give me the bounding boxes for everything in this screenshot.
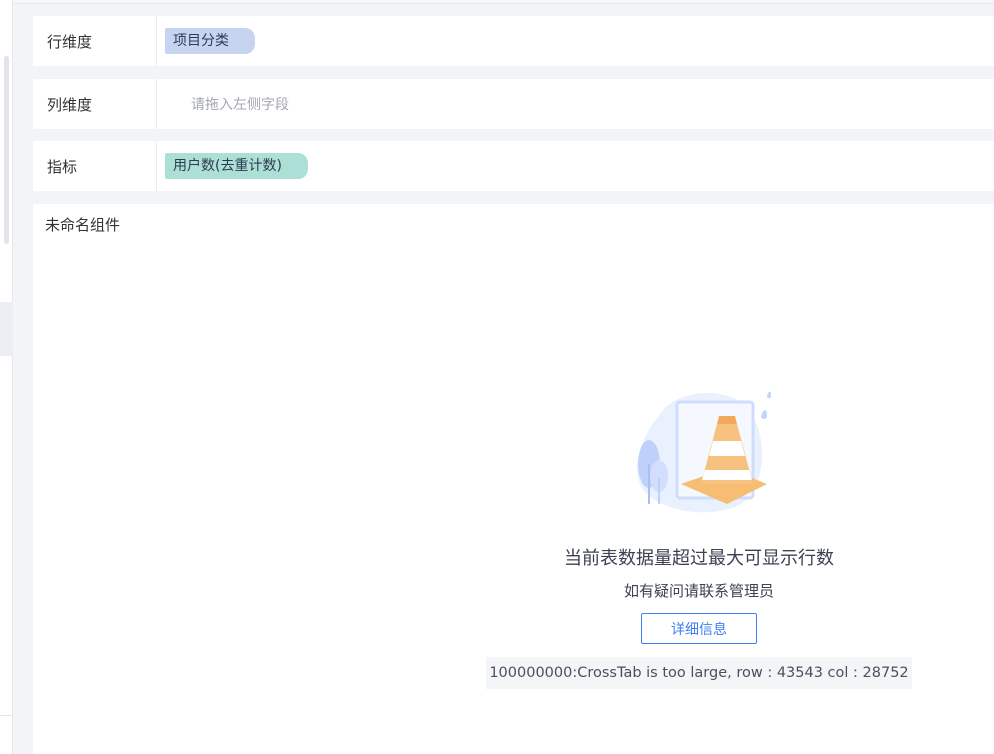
left-gutter <box>0 0 13 754</box>
column-dimension-dropzone[interactable]: 请拖入左侧字段 <box>157 79 994 129</box>
metric-bar: 指标 用户数(去重计数) <box>33 141 994 191</box>
empty-state: 当前表数据量超过最大可显示行数 如有疑问请联系管理员 详细信息 10000000… <box>486 386 912 689</box>
component-title: 未命名组件 <box>45 216 121 234</box>
component-panel: 未命名组件 当前表数据量超过最大可显示行数 如有疑问请联系管理员 详细信息 10… <box>33 204 994 754</box>
row-dimension-label: 行维度 <box>33 16 157 66</box>
error-detail-text: 100000000:CrossTab is too large, row : 4… <box>486 657 912 689</box>
detail-info-button[interactable]: 详细信息 <box>641 613 757 644</box>
top-border <box>13 0 994 4</box>
scrollbar-thumb[interactable] <box>4 56 9 244</box>
metric-label: 指标 <box>33 141 157 191</box>
gutter-divider <box>0 715 13 716</box>
column-dimension-label: 列维度 <box>33 79 157 129</box>
side-tab-marker[interactable] <box>0 302 13 356</box>
empty-state-submessage: 如有疑问请联系管理员 <box>623 582 774 600</box>
metric-dropzone[interactable]: 用户数(去重计数) <box>157 141 994 191</box>
field-chip-project-category[interactable]: 项目分类 <box>165 28 255 54</box>
field-chip-user-count[interactable]: 用户数(去重计数) <box>165 153 308 179</box>
row-dimension-dropzone[interactable]: 项目分类 <box>157 16 994 66</box>
column-dimension-bar: 列维度 请拖入左侧字段 <box>33 79 994 129</box>
traffic-cone-illustration <box>637 391 771 513</box>
column-dimension-placeholder: 请拖入左侧字段 <box>191 97 289 113</box>
row-dimension-bar: 行维度 项目分类 <box>33 16 994 66</box>
empty-state-message: 当前表数据量超过最大可显示行数 <box>564 548 834 569</box>
